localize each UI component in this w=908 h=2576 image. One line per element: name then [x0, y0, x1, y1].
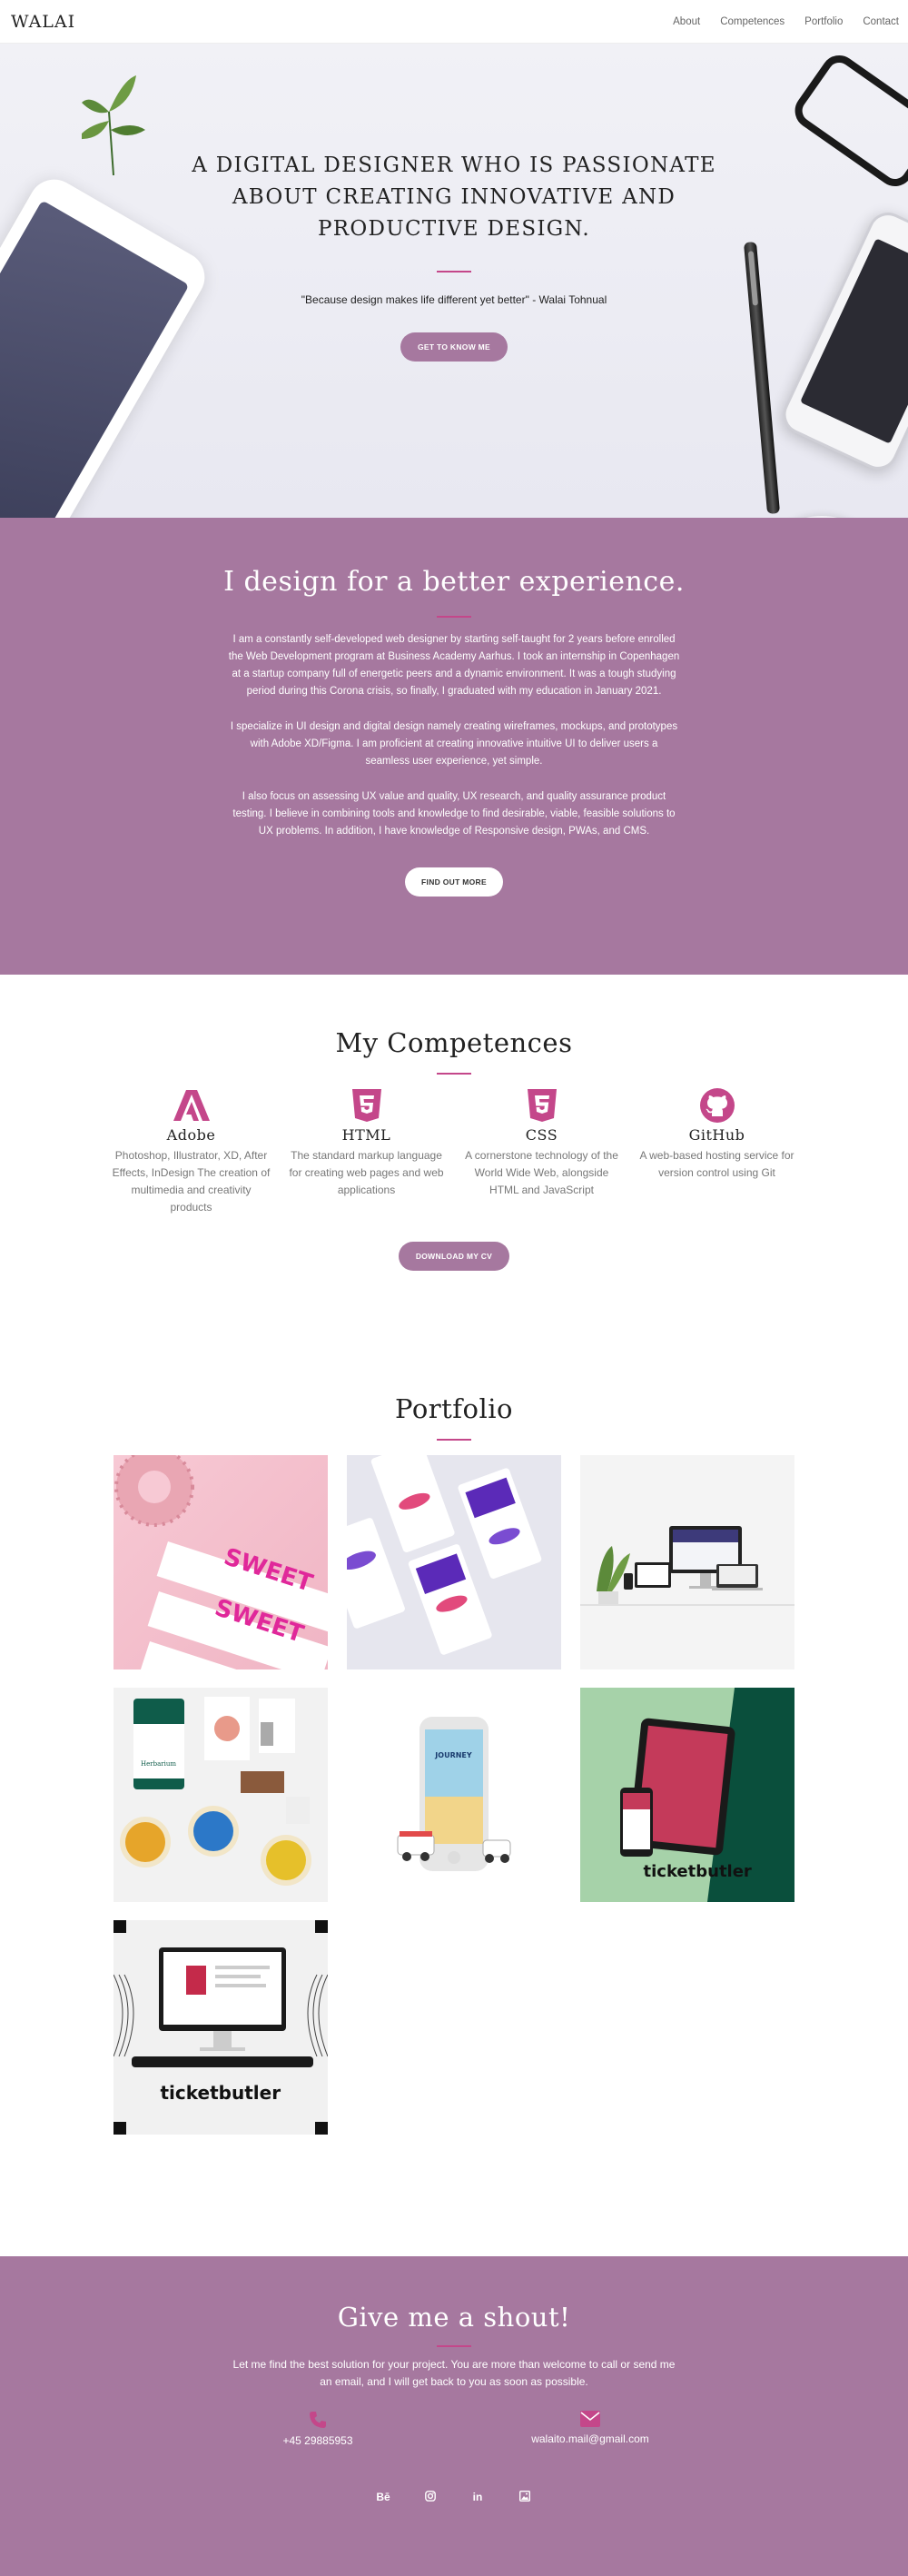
portfolio-item-laptop-mockup[interactable]: [579, 1455, 794, 1669]
portfolio-item-shoe-app[interactable]: [346, 1455, 561, 1669]
skill-css: CSS A cornerstone technology of the Worl…: [454, 1089, 629, 1216]
skill-description: A web-based hosting service for version …: [639, 1149, 794, 1179]
portfolio-item-sweet[interactable]: SWEET SWEET: [113, 1455, 328, 1669]
about-title: I design for a better experience.: [223, 566, 685, 598]
skill-html: HTML The standard markup language for cr…: [279, 1089, 454, 1216]
get-to-know-me-button[interactable]: GET TO KNOW ME: [400, 332, 508, 362]
mouse-image: [772, 516, 872, 518]
contact-email[interactable]: walaito.mail@gmail.com: [513, 2411, 667, 2447]
github-icon: [629, 1088, 804, 1123]
portfolio-divider: [437, 1439, 471, 1441]
skill-description: Photoshop, Illustrator, XD, After Effect…: [112, 1149, 271, 1214]
logo[interactable]: WALAI: [11, 12, 75, 32]
skill-description: A cornerstone technology of the World Wi…: [465, 1149, 618, 1196]
portfolio-item-label: Herbarium: [141, 1760, 176, 1768]
skill-adobe: Adobe Photoshop, Illustrator, XD, After …: [104, 1089, 279, 1216]
about-paragraph-3: I also focus on assessing UX value and q…: [232, 791, 676, 837]
about-section: I design for a better experience. I am a…: [0, 518, 908, 975]
skill-name: HTML: [341, 1126, 391, 1144]
about-paragraph-1: I am a constantly self-developed web des…: [228, 634, 680, 697]
competences-section: My Competences Adobe Photoshop, Illustra…: [0, 975, 908, 1370]
skill-name: CSS: [525, 1126, 558, 1144]
competences-divider: [437, 1073, 471, 1075]
contact-text: Let me find the best solution for your p…: [232, 2358, 676, 2388]
nav-link-about[interactable]: About: [673, 16, 700, 27]
adobe-icon: [104, 1089, 279, 1122]
nav-link-contact[interactable]: Contact: [863, 16, 899, 27]
behance-icon[interactable]: Bē: [373, 2491, 393, 2504]
hero-divider: [437, 271, 471, 272]
skill-description: The standard markup language for creatin…: [289, 1149, 444, 1196]
portfolio-section: Portfolio SWEET SWEET Herbarium JOURNEY …: [0, 1370, 908, 2256]
find-out-more-button[interactable]: FIND OUT MORE: [405, 867, 503, 897]
skill-name: Adobe: [166, 1126, 216, 1144]
skills-list: Adobe Photoshop, Illustrator, XD, After …: [0, 1088, 908, 1216]
download-cv-button[interactable]: DOWNLOAD MY CV: [399, 1242, 509, 1271]
portfolio-item-ticketbutler-web[interactable]: ticketbutler: [113, 1920, 328, 2135]
email-address: walaito.mail@gmail.com: [531, 2432, 649, 2445]
hero-quote: "Because design makes life different yet…: [301, 293, 607, 306]
contact-phone[interactable]: +45 29885953: [241, 2411, 395, 2447]
portfolio-item-herbarium[interactable]: Herbarium: [113, 1688, 328, 1902]
about-paragraph-2: I specialize in UI design and digital de…: [230, 721, 678, 767]
navbar: WALAI About Competences Portfolio Contac…: [0, 0, 908, 44]
phone-icon: [310, 2412, 326, 2428]
contact-section: Give me a shout! Let me find the best so…: [0, 2256, 908, 2576]
hero-content: A DIGITAL DESIGNER WHO IS PASSIONATE ABO…: [0, 44, 908, 362]
contact-items: +45 29885953 walaito.mail@gmail.com: [0, 2411, 908, 2447]
portfolio-item-journey[interactable]: JOURNEY: [346, 1688, 561, 1902]
image-icon[interactable]: [515, 2490, 535, 2504]
email-icon: [580, 2411, 600, 2427]
nav-link-portfolio[interactable]: Portfolio: [804, 16, 843, 27]
nav-links: About Competences Portfolio Contact: [673, 16, 899, 27]
portfolio-title: Portfolio: [394, 1393, 513, 1424]
portfolio-item-ticketbutler-app[interactable]: ticketbutler: [579, 1688, 794, 1902]
hero-headline: A DIGITAL DESIGNER WHO IS PASSIONATE ABO…: [192, 154, 716, 241]
phone-number: +45 29885953: [282, 2434, 353, 2447]
portfolio-item-label: ticketbutler: [643, 1862, 752, 1881]
portfolio-grid: SWEET SWEET Herbarium JOURNEY ticketbutl…: [113, 1455, 795, 2135]
skill-github: GitHub A web-based hosting service for v…: [629, 1088, 804, 1216]
contact-divider: [437, 2345, 471, 2347]
about-divider: [437, 616, 471, 618]
portfolio-item-label: JOURNEY: [435, 1751, 472, 1759]
portfolio-item-label: ticketbutler: [160, 2082, 281, 2104]
linkedin-icon[interactable]: in: [468, 2491, 488, 2504]
nav-link-competences[interactable]: Competences: [720, 16, 785, 27]
contact-title: Give me a shout!: [337, 2302, 571, 2333]
competences-title: My Competences: [335, 1027, 573, 1058]
skill-name: GitHub: [688, 1126, 745, 1144]
html5-icon: [279, 1089, 454, 1122]
social-links: Bē in: [0, 2490, 908, 2504]
css3-icon: [454, 1089, 629, 1122]
hero-section: A DIGITAL DESIGNER WHO IS PASSIONATE ABO…: [0, 44, 908, 518]
instagram-icon[interactable]: [420, 2491, 440, 2504]
